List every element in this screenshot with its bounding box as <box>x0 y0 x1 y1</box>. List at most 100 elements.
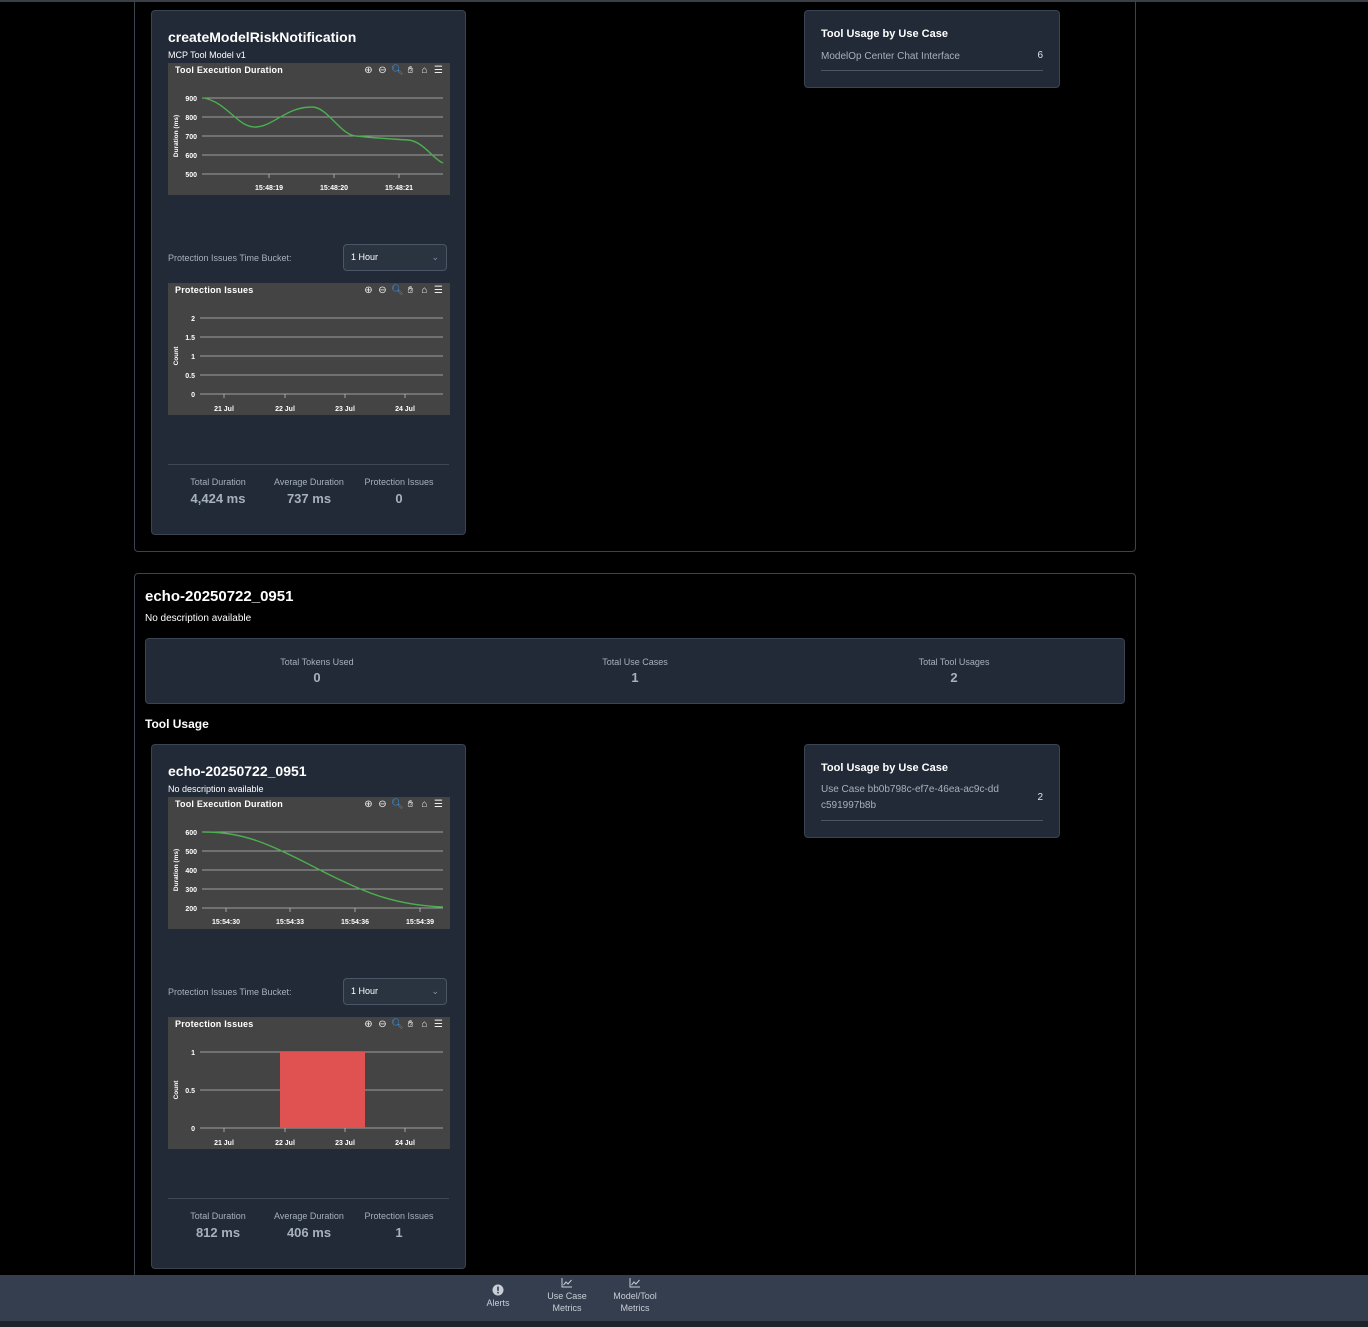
nav-use-case-metrics[interactable]: Use Case Metrics <box>532 1277 602 1314</box>
x-tick: 23 Jul <box>335 406 355 413</box>
use-case-panel-title: Tool Usage by Use Case <box>821 762 948 774</box>
alert-icon <box>491 1284 505 1296</box>
time-bucket-select[interactable]: 1 Hour ⌄ <box>343 978 447 1005</box>
summary-total-tokens: Total Tokens Used 0 <box>237 657 397 685</box>
issues-plot: 1 0.5 0 21 Jul 22 Jul 23 Jul 24 Jul Coun… <box>173 1050 443 1147</box>
duration-chart: Tool Execution Duration ⊕ ⊖ 🔍︎ ✋︎ ⌂ ☰ 90 <box>168 63 450 195</box>
nav-label: Alerts <box>486 1298 510 1308</box>
summary-total-use-cases: Total Use Cases 1 <box>555 657 715 685</box>
y-tick: 600 <box>185 153 197 160</box>
x-tick: 22 Jul <box>275 1140 295 1147</box>
stat-value: 812 ms <box>195 1225 241 1240</box>
stat-label: Average Duration <box>274 477 344 487</box>
y-tick: 1 <box>191 1050 195 1057</box>
tool-title: createModelRiskNotification <box>168 29 357 45</box>
summary-value: 2 <box>950 670 958 685</box>
y-tick: 0.5 <box>185 373 195 380</box>
bottom-edge <box>0 1321 1368 1327</box>
use-case-panel-title: Tool Usage by Use Case <box>821 28 948 40</box>
use-case-row[interactable]: Use Case bb0b798c-ef7e-46ea-ac9c-ddc5919… <box>821 782 1043 821</box>
y-tick: 400 <box>185 868 197 875</box>
nav-label: Model/Tool Metrics <box>613 1291 657 1313</box>
x-tick: 15:54:39 <box>406 919 434 926</box>
summary-total-tool-usages: Total Tool Usages 2 <box>874 657 1034 685</box>
y-tick: 200 <box>185 906 197 913</box>
y-tick: 800 <box>185 115 197 122</box>
stat-label: Total Duration <box>190 1211 246 1221</box>
bucket-label: Protection Issues Time Bucket: <box>168 253 292 263</box>
protection-issues-chart: Protection Issues ⊕ ⊖ 🔍︎ ✋︎ ⌂ ☰ 1 0.5 0 … <box>168 1017 450 1149</box>
section-description: No description available <box>145 613 252 624</box>
y-axis-label: Duration (ms) <box>173 115 180 157</box>
summary-value: 0 <box>313 670 321 685</box>
stat-total-duration: Total Duration 812 ms <box>173 1211 263 1240</box>
y-tick: 0.5 <box>185 1088 195 1095</box>
tool-usage-heading: Tool Usage <box>145 717 209 731</box>
x-tick: 24 Jul <box>395 406 415 413</box>
summary-label: Total Tool Usages <box>918 657 990 667</box>
bucket-value: 1 Hour <box>351 252 379 262</box>
use-case-name: ModelOp Center Chat Interface <box>821 51 960 62</box>
bucket-label: Protection Issues Time Bucket: <box>168 987 292 997</box>
x-tick: 15:54:30 <box>212 919 240 926</box>
stat-value: 0 <box>395 491 403 506</box>
x-tick: 24 Jul <box>395 1140 415 1147</box>
issues-plot: 2 1.5 1 0.5 0 21 Jul 22 Jul 23 Jul 24 Ju… <box>173 316 443 413</box>
stat-protection-issues: Protection Issues 1 <box>354 1211 444 1240</box>
summary-value: 1 <box>631 670 639 685</box>
chevron-down-icon: ⌄ <box>431 252 439 262</box>
tool-title: echo-20250722_0951 <box>168 763 307 779</box>
stat-average-duration: Average Duration 406 ms <box>264 1211 354 1240</box>
y-tick: 500 <box>185 849 197 856</box>
y-tick: 0 <box>191 1126 195 1133</box>
stat-total-duration: Total Duration 4,424 ms <box>173 477 263 506</box>
x-tick: 15:54:33 <box>276 919 304 926</box>
issue-bar[interactable] <box>280 1052 365 1128</box>
line-chart-icon <box>560 1277 574 1289</box>
tool-card-top: createModelRiskNotification MCP Tool Mod… <box>151 10 466 535</box>
duration-plot: 900 800 700 600 500 15:48:19 15:48:20 15… <box>173 96 444 192</box>
line-chart-icon <box>628 1277 642 1289</box>
summary-panel: Total Tokens Used 0 Total Use Cases 1 To… <box>145 638 1125 704</box>
nav-alerts[interactable]: Alerts <box>463 1284 533 1309</box>
stat-average-duration: Average Duration 737 ms <box>264 477 354 506</box>
tool-subtitle: No description available <box>168 784 264 794</box>
nav-model-tool-metrics[interactable]: Model/Tool Metrics <box>600 1277 670 1314</box>
stat-value: 1 <box>395 1225 403 1240</box>
bucket-value: 1 Hour <box>351 986 379 996</box>
use-case-panel-echo: Tool Usage by Use Case Use Case bb0b798c… <box>804 744 1060 838</box>
use-case-name: Use Case bb0b798c-ef7e-46ea-ac9c-ddc5919… <box>821 784 999 811</box>
protection-issues-chart: Protection Issues ⊕ ⊖ 🔍︎ ✋︎ ⌂ ☰ 2 1.5 1 … <box>168 283 450 415</box>
y-tick: 500 <box>185 172 197 179</box>
y-tick: 2 <box>191 316 195 323</box>
y-tick: 1.5 <box>185 335 195 342</box>
x-tick: 21 Jul <box>214 406 234 413</box>
stat-label: Total Duration <box>190 477 246 487</box>
duration-plot: 600 500 400 300 200 15:54:30 15:54:33 15… <box>173 830 444 926</box>
use-case-row[interactable]: ModelOp Center Chat Interface 6 <box>821 49 1043 71</box>
nav-label: Use Case Metrics <box>547 1291 587 1313</box>
x-tick: 15:48:20 <box>320 185 348 192</box>
y-tick: 0 <box>191 392 195 399</box>
summary-label: Total Use Cases <box>602 657 668 667</box>
time-bucket-select[interactable]: 1 Hour ⌄ <box>343 244 447 271</box>
stat-protection-issues: Protection Issues 0 <box>354 477 444 506</box>
section-title: echo-20250722_0951 <box>145 588 294 605</box>
y-tick: 300 <box>185 887 197 894</box>
x-tick: 23 Jul <box>335 1140 355 1147</box>
use-case-count: 2 <box>1037 792 1043 803</box>
bottom-navigation: Alerts Use Case Metrics Model/Tool Metri… <box>0 1275 1368 1321</box>
x-tick: 15:54:36 <box>341 919 369 926</box>
y-axis-label: Count <box>173 1080 180 1100</box>
summary-label: Total Tokens Used <box>280 657 354 667</box>
x-tick: 21 Jul <box>214 1140 234 1147</box>
x-tick: 15:48:21 <box>385 185 413 192</box>
stat-value: 406 ms <box>286 1225 332 1240</box>
stat-value: 4,424 ms <box>190 491 246 506</box>
stat-label: Protection Issues <box>364 477 434 487</box>
tool-card-echo: echo-20250722_0951 No description availa… <box>151 744 466 1269</box>
y-tick: 600 <box>185 830 197 837</box>
stats-divider <box>168 1198 449 1199</box>
y-axis-label: Duration (ms) <box>173 849 180 891</box>
x-tick: 22 Jul <box>275 406 295 413</box>
